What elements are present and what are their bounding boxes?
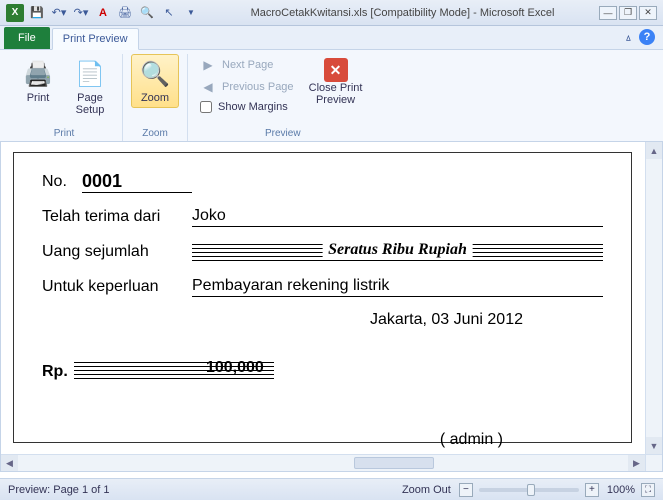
print-label: Print [27,92,50,104]
qat-customize-icon[interactable]: ▼ [182,4,200,22]
ribbon-tabs: File Print Preview ㅿ ? [0,26,663,50]
show-margins-check[interactable] [200,101,212,113]
zoom-out-label[interactable]: Zoom Out [402,484,451,496]
amount-words-field: Seratus Ribu Rupiah [192,241,603,263]
close-button[interactable]: ✕ [639,6,657,20]
tab-print-preview[interactable]: Print Preview [52,28,139,50]
print-button[interactable]: 🖨️ Print [14,54,62,108]
cursor-icon[interactable]: ↖ [160,4,178,22]
group-preview-label: Preview [196,125,370,141]
minimize-button[interactable]: — [599,6,617,20]
zoom-percent[interactable]: 100% [607,484,635,496]
minimize-ribbon-icon[interactable]: ㅿ [624,30,633,45]
page-setup-label: Page Setup [76,92,105,116]
group-print: 🖨️ Print 📄 Page Setup Print [6,54,123,141]
next-page-icon: ▶ [200,57,216,73]
preview-pane: No. 0001 Telah terima dari Joko Uang sej… [0,142,663,472]
zoom-slider[interactable] [479,488,579,492]
font-color-icon[interactable]: A [94,4,112,22]
scroll-up-icon[interactable]: ▲ [646,142,662,159]
receipt-no-value: 0001 [82,171,192,193]
next-page-label: Next Page [222,59,273,71]
for-value: Pembayaran rekening listrik [192,277,603,297]
show-margins-label: Show Margins [218,101,288,113]
group-zoom-label: Zoom [131,125,179,141]
save-icon[interactable]: 💾 [28,4,46,22]
scroll-track[interactable] [18,455,628,471]
scroll-thumb[interactable] [354,457,434,469]
amount-label: Uang sejumlah [42,243,192,261]
zoom-label: Zoom [141,92,169,104]
undo-icon[interactable]: ↶▾ [50,4,68,22]
previous-page-button[interactable]: ◀ Previous Page [196,78,298,96]
scroll-down-icon[interactable]: ▼ [646,437,662,454]
previous-page-label: Previous Page [222,81,294,93]
zoom-plus-button[interactable]: + [585,483,599,497]
tab-file[interactable]: File [4,27,50,49]
zoom-button[interactable]: 🔍 Zoom [131,54,179,108]
help-icon[interactable]: ? [639,29,655,45]
signer: ( admin ) [42,431,603,449]
receipt-no-label: No. [42,173,82,191]
title-bar: X 💾 ↶▾ ↷▾ A 🖨 🔍 ↖ ▼ MacroCetakKwitansi.x… [0,0,663,26]
preview-quick-icon[interactable]: 🔍 [138,4,156,22]
place-date: Jakarta, 03 Juni 2012 [42,311,603,329]
for-label: Untuk keperluan [42,278,192,296]
amount-number-field: 100,000 [74,359,274,381]
show-margins-checkbox[interactable]: Show Margins [196,100,298,114]
page-setup-button[interactable]: 📄 Page Setup [66,54,114,120]
next-page-button[interactable]: ▶ Next Page [196,56,298,74]
currency-label: Rp. [42,363,68,381]
vertical-scrollbar[interactable]: ▲ ▼ [645,142,662,454]
close-icon: ✕ [324,58,348,82]
group-print-label: Print [14,125,114,141]
received-from-value: Joko [192,207,603,227]
scroll-right-icon[interactable]: ▶ [628,455,645,471]
close-print-preview-button[interactable]: ✕ Close Print Preview [302,54,370,110]
scroll-corner [645,454,662,471]
received-from-label: Telah terima dari [42,208,192,226]
page-setup-icon: 📄 [74,58,106,90]
scroll-left-icon[interactable]: ◀ [1,455,18,471]
printer-icon: 🖨️ [22,58,54,90]
window-buttons: — ❐ ✕ [599,6,663,20]
status-bar: Preview: Page 1 of 1 Zoom Out − + 100% ⛶ [0,478,663,500]
ribbon: 🖨️ Print 📄 Page Setup Print 🔍 Zoom Zoom … [0,50,663,142]
window-title: MacroCetakKwitansi.xls [Compatibility Mo… [206,7,599,19]
zoom-minus-button[interactable]: − [459,483,473,497]
quick-access-toolbar: X 💾 ↶▾ ↷▾ A 🖨 🔍 ↖ ▼ [0,4,206,22]
restore-button[interactable]: ❐ [619,6,637,20]
previous-page-icon: ◀ [200,79,216,95]
print-quick-icon[interactable]: 🖨 [116,4,134,22]
magnifier-icon: 🔍 [139,58,171,90]
page-info: Preview: Page 1 of 1 [8,484,110,496]
close-label: Close Print Preview [309,82,363,106]
redo-icon[interactable]: ↷▾ [72,4,90,22]
horizontal-scrollbar[interactable]: ◀ ▶ [1,454,645,471]
group-preview: ▶ Next Page ◀ Previous Page Show Margins… [188,54,378,141]
amount-words-value: Seratus Ribu Rupiah [322,241,473,259]
zoom-slider-knob[interactable] [527,484,535,496]
excel-icon: X [6,4,24,22]
amount-number-value: 100,000 [206,359,264,377]
fullscreen-button[interactable]: ⛶ [641,483,655,497]
group-zoom: 🔍 Zoom Zoom [123,54,188,141]
receipt-page: No. 0001 Telah terima dari Joko Uang sej… [13,152,632,443]
